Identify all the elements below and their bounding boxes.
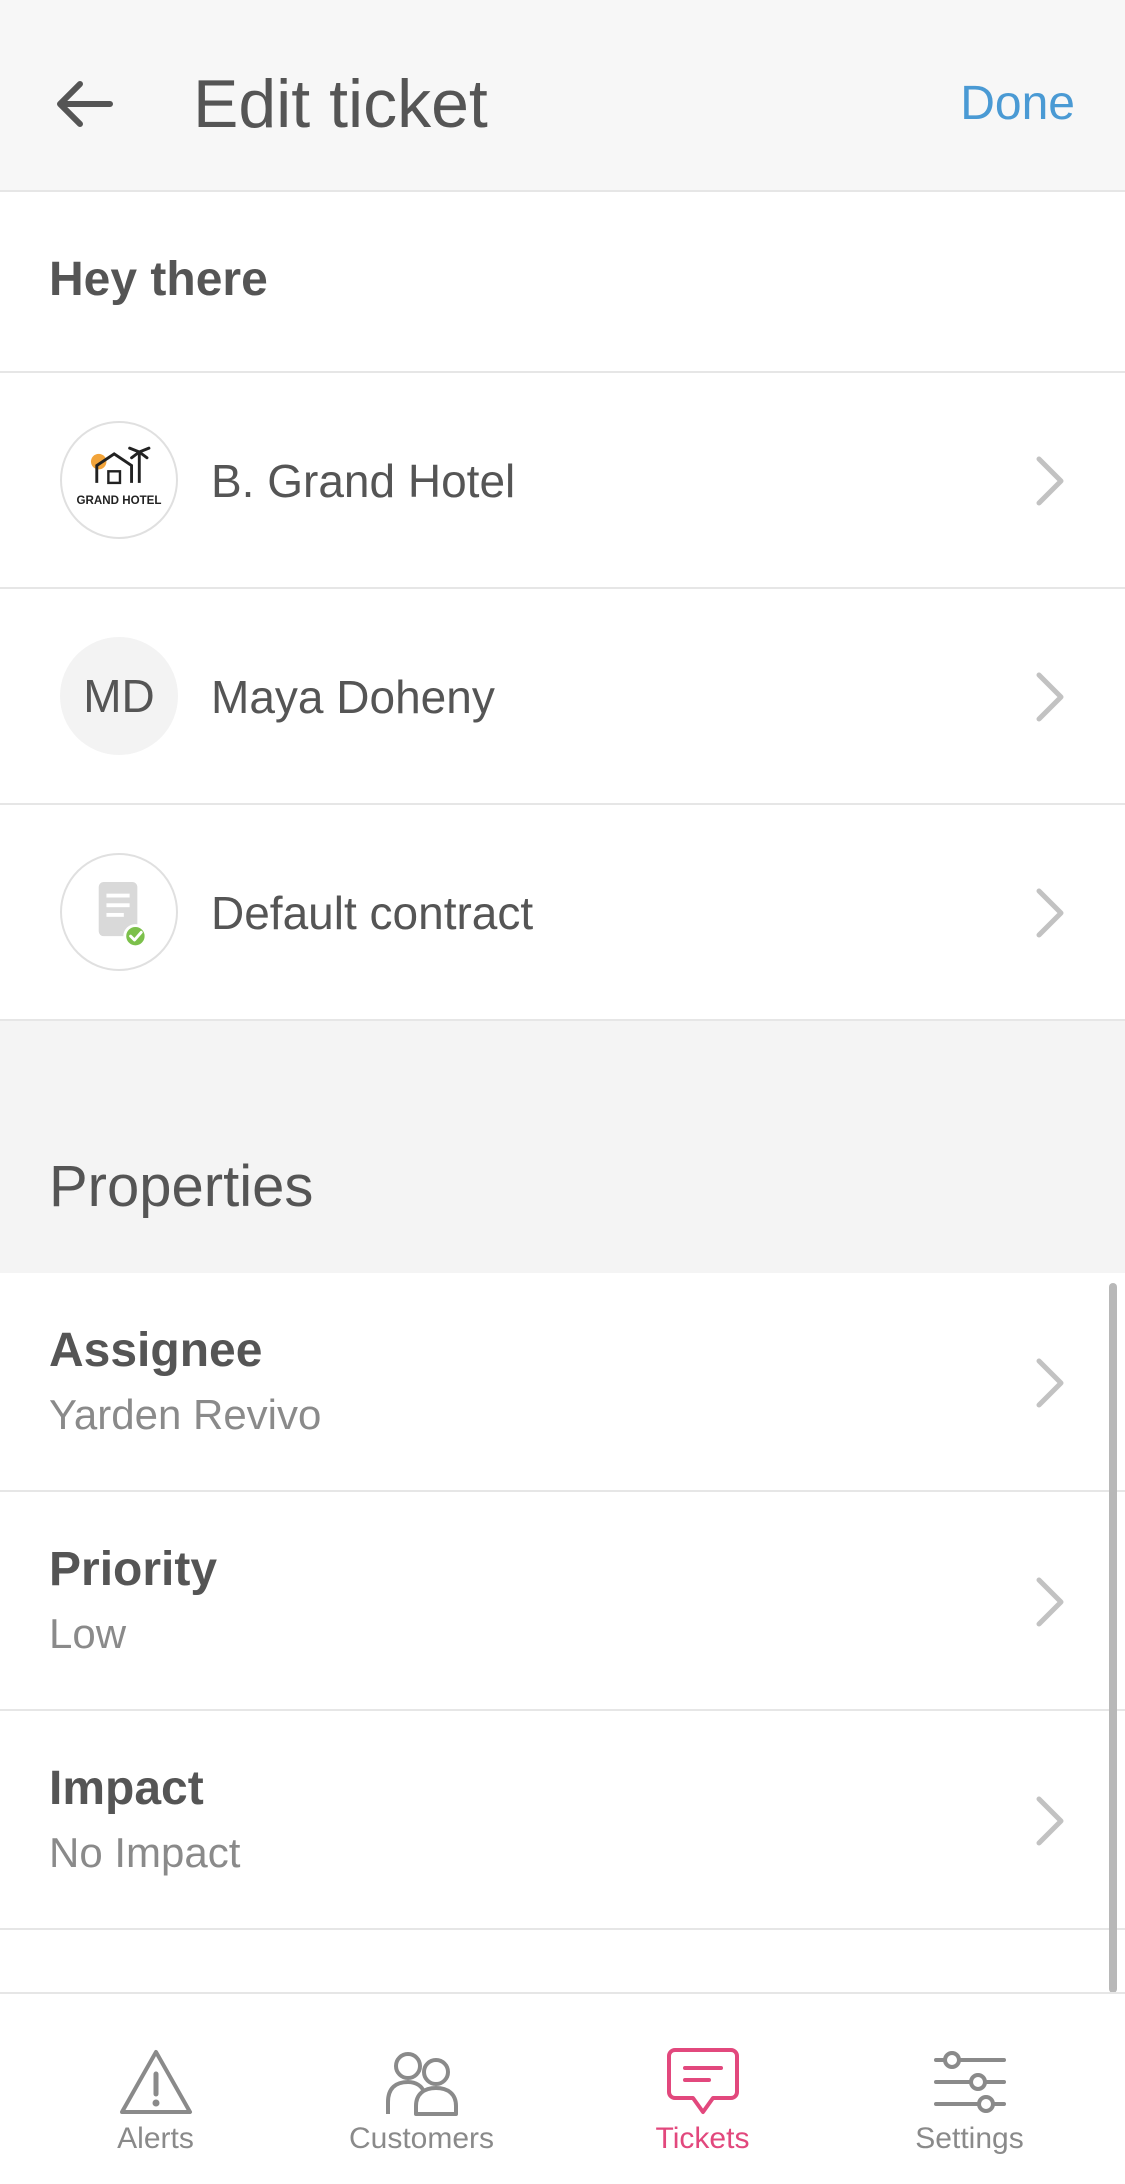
tab-alerts[interactable]: Alerts (15, 1994, 296, 2184)
tab-label: Customers (348, 2122, 495, 2155)
contact-row[interactable]: MD Maya Doheny (0, 589, 1125, 805)
contract-row[interactable]: Default contract (0, 805, 1125, 1021)
customer-row[interactable]: GRAND HOTEL B. Grand Hotel (0, 373, 1125, 589)
chevron-right-icon (1036, 1796, 1064, 1846)
chevron-right-icon (1036, 1358, 1064, 1408)
avatar: MD (60, 637, 178, 755)
tab-label: Settings (915, 2122, 1024, 2155)
sliders-icon (933, 2051, 1006, 2113)
document-check-icon (98, 882, 148, 949)
bottom-tab-bar: Alerts Customers Tickets Settings (0, 1992, 1125, 2184)
assignee-label: Assignee (49, 1324, 263, 1377)
properties-section-header: Properties (0, 1021, 1125, 1273)
contract-name: Default contract (211, 887, 534, 939)
chevron-right-icon (1036, 1577, 1064, 1627)
assignee-row[interactable]: Assignee Yarden Revivo (0, 1273, 1125, 1492)
hotel-logo-text: GRAND HOTEL (77, 495, 162, 507)
greeting-text: Hey there (49, 253, 268, 306)
page-title: Edit ticket (193, 66, 488, 142)
priority-row[interactable]: Priority Low (0, 1492, 1125, 1711)
tab-label: Tickets (655, 2122, 750, 2155)
chevron-right-icon (1036, 672, 1064, 722)
section-title: Properties (49, 1154, 314, 1219)
done-button[interactable]: Done (960, 74, 1075, 134)
chevron-right-icon (1036, 888, 1064, 938)
priority-value: Low (49, 1610, 127, 1657)
alert-triangle-icon (119, 2050, 192, 2114)
scrollbar[interactable] (1109, 1283, 1117, 1993)
impact-value: No Impact (49, 1829, 241, 1876)
greeting-row: Hey there (0, 192, 1125, 373)
assignee-value: Yarden Revivo (49, 1391, 322, 1438)
customer-logo: GRAND HOTEL (60, 421, 178, 539)
users-icon (385, 2052, 458, 2116)
chat-bubble-icon (666, 2048, 739, 2114)
impact-label: Impact (49, 1762, 204, 1815)
priority-label: Priority (49, 1543, 218, 1596)
tab-customers[interactable]: Customers (281, 1994, 562, 2184)
top-navigation-bar: Edit ticket Done (0, 0, 1125, 192)
back-button[interactable] (48, 68, 120, 140)
tab-label: Alerts (117, 2122, 194, 2155)
impact-row[interactable]: Impact No Impact (0, 1711, 1125, 1930)
customer-name: B. Grand Hotel (211, 455, 516, 507)
contact-name: Maya Doheny (211, 671, 495, 723)
chevron-right-icon (1036, 456, 1064, 506)
hotel-logo-icon: GRAND HOTEL (77, 446, 162, 507)
arrow-left-icon (57, 81, 113, 127)
tab-tickets[interactable]: Tickets (562, 1994, 843, 2184)
contract-avatar (60, 853, 178, 971)
tab-settings[interactable]: Settings (829, 1994, 1110, 2184)
